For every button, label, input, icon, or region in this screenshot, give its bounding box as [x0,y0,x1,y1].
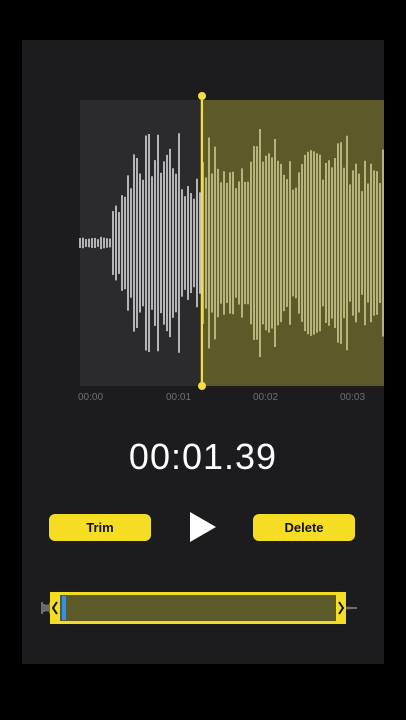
tick-label: 00:03 [340,392,366,403]
delete-button[interactable]: Delete [253,514,355,541]
overview-cursor[interactable] [62,596,66,620]
editor-screen: 00:00 00:01 00:02 00:03 00:01.39 Trim De… [22,40,384,664]
right-trim-handle[interactable] [336,592,346,624]
play-icon[interactable] [188,510,218,544]
waveform [79,128,384,358]
chevron-right-icon [338,601,345,615]
waveform-editor[interactable] [22,100,384,386]
tick-label: 00:02 [253,392,279,403]
chevron-left-icon [51,601,58,615]
tick-label: 00:00 [78,392,104,403]
timeline-ruler: 00:00 00:01 00:02 00:03 [22,388,384,408]
tick-label: 00:01 [166,392,192,403]
overview-selection[interactable] [50,592,346,624]
overview-scrubber[interactable] [38,592,362,624]
playhead-top-handle[interactable] [198,92,206,100]
trim-button[interactable]: Trim [49,514,151,541]
left-trim-handle[interactable] [50,592,60,624]
current-time: 00:01.39 [128,436,278,477]
playhead[interactable] [201,96,203,386]
